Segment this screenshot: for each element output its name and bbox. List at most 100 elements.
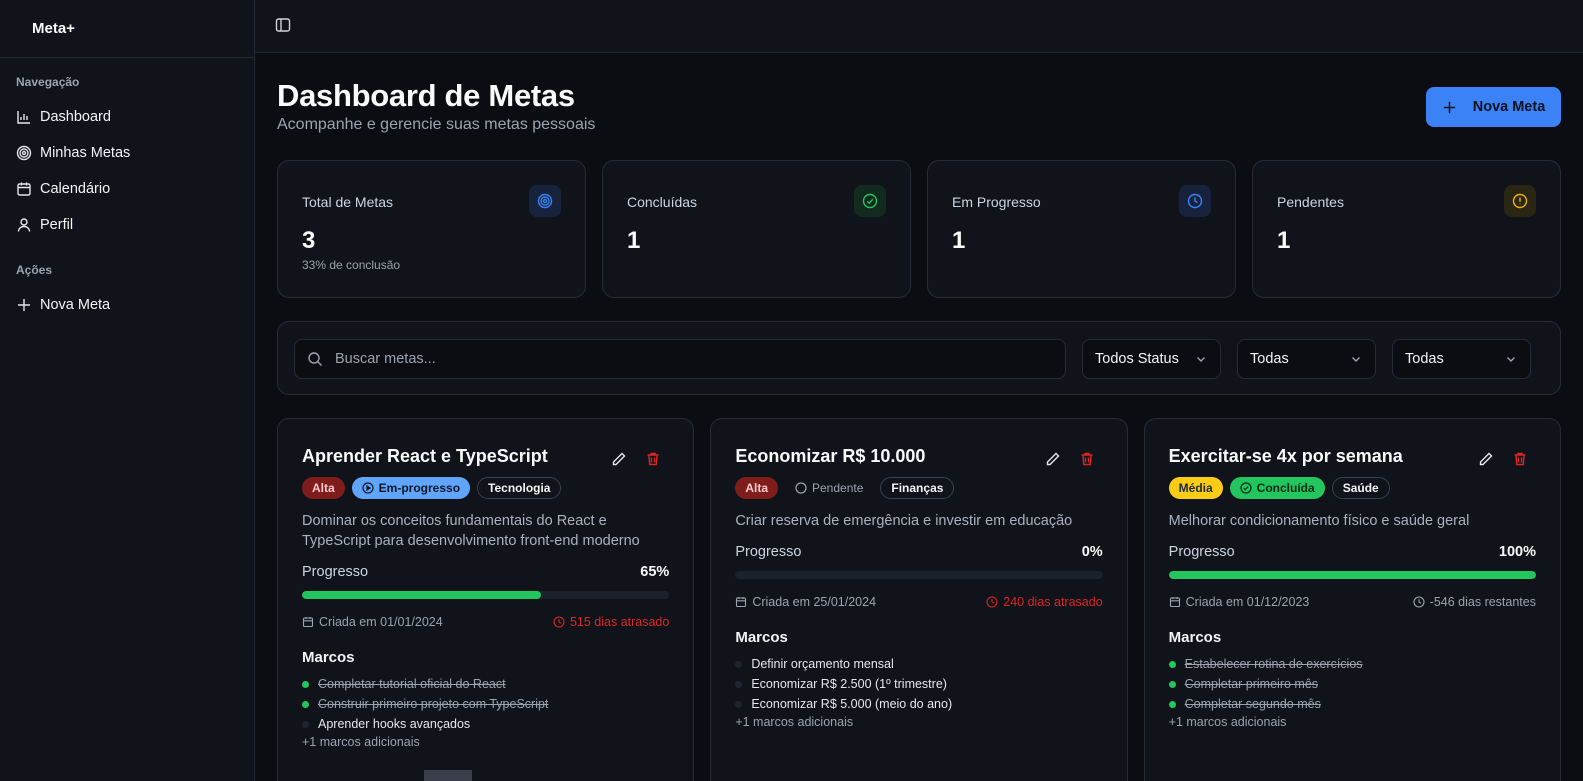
search-box[interactable] — [294, 339, 1066, 379]
milestone-text: Economizar R$ 5.000 (meio do ano) — [751, 697, 953, 711]
trash-icon[interactable] — [645, 451, 661, 467]
page-title: Dashboard de Metas — [277, 78, 575, 113]
milestone-dot — [1168, 680, 1176, 688]
progress-bar-fill — [1168, 571, 1536, 579]
progress-bar — [735, 571, 1103, 579]
goal-title: Economizar R$ 10.000 — [735, 446, 926, 466]
stat-card-in-progress: Em Progresso 1 — [927, 160, 1236, 298]
stat-card-total: Total de Metas 3 33% de conclusão — [277, 160, 586, 298]
milestone-text: Completar segundo mês — [1184, 697, 1321, 711]
sidebar-item-nova-meta[interactable]: Nova Meta — [16, 287, 238, 323]
progress-percent: 0% — [1081, 544, 1103, 560]
more-milestones: +1 marcos adicionais — [1168, 715, 1287, 729]
edit-icon[interactable] — [611, 451, 627, 467]
progress-bar-fill — [302, 591, 541, 599]
edit-icon[interactable] — [1045, 451, 1061, 467]
priority-select[interactable]: Todas — [1237, 339, 1376, 379]
stat-label: Em Progresso — [952, 194, 1041, 210]
target-icon — [16, 145, 32, 161]
milestones-title: Marcos — [302, 649, 355, 666]
app-logo[interactable]: Meta+ — [0, 0, 254, 58]
calendar-icon — [16, 181, 32, 197]
main-content: Dashboard de Metas Acompanhe e gerencie … — [255, 53, 1583, 781]
play-circle-icon — [362, 482, 374, 494]
sidebar-item-perfil[interactable]: Perfil — [16, 207, 238, 243]
deadline-status: -546 dias restantes — [1429, 595, 1536, 609]
goal-card[interactable]: Exercitar-se 4x por semana Média Concluí… — [1143, 418, 1561, 781]
check-circle-icon — [1240, 482, 1252, 494]
goal-title: Exercitar-se 4x por semana — [1168, 446, 1403, 466]
new-goal-button[interactable]: Nova Meta — [1426, 87, 1561, 127]
sidebar-toggle-icon[interactable] — [275, 17, 291, 33]
more-milestones: +1 marcos adicionais — [735, 715, 854, 729]
progress-percent: 65% — [640, 564, 670, 580]
progress-label: Progresso — [735, 544, 802, 560]
stat-sub: 33% de conclusão — [302, 258, 401, 272]
calendar-icon — [302, 616, 314, 628]
calendar-icon — [735, 596, 747, 608]
deadline-status: 515 dias atrasado — [569, 615, 670, 629]
sidebar-item-minhas-metas[interactable]: Minhas Metas — [16, 135, 238, 171]
nav-heading: Navegação — [16, 75, 80, 89]
milestone-item: Construir primeiro projeto com TypeScrip… — [302, 694, 669, 714]
new-goal-label: Nova Meta — [1472, 99, 1546, 115]
priority-badge: Alta — [735, 477, 778, 499]
stat-label: Total de Metas — [302, 194, 394, 210]
milestone-text: Estabelecer rotina de exercícios — [1184, 657, 1363, 671]
goal-description: Melhorar condicionamento físico e saúde … — [1168, 513, 1470, 529]
stat-value: 3 — [302, 227, 316, 254]
milestone-text: Economizar R$ 2.500 (1º trimestre) — [751, 677, 947, 691]
milestones-list: Estabelecer rotina de exercícios Complet… — [1168, 654, 1536, 714]
user-icon — [16, 217, 32, 233]
search-input[interactable] — [335, 351, 1035, 367]
page-subtitle: Acompanhe e gerencie suas metas pessoais — [277, 116, 596, 133]
milestones-title: Marcos — [1168, 629, 1222, 646]
clock-icon — [553, 616, 565, 628]
stat-label: Pendentes — [1277, 194, 1344, 210]
check-circle-icon — [854, 185, 886, 217]
milestone-dot — [735, 700, 743, 708]
milestone-text: Construir primeiro projeto com TypeScrip… — [318, 697, 549, 711]
plus-icon — [1442, 100, 1457, 115]
target-icon — [529, 185, 561, 217]
priority-select-value: Todas — [1250, 351, 1289, 367]
actions-section: Ações Nova Meta — [0, 243, 254, 323]
sidebar-item-label: Minhas Metas — [40, 145, 131, 161]
trash-icon[interactable] — [1512, 451, 1528, 467]
status-select[interactable]: Todos Status — [1082, 339, 1221, 379]
milestone-item: Economizar R$ 2.500 (1º trimestre) — [735, 674, 1102, 694]
plus-icon — [16, 297, 32, 313]
milestone-dot — [302, 680, 309, 688]
milestone-dot — [302, 720, 309, 728]
category-select[interactable]: Todas — [1392, 339, 1531, 379]
top-bar — [255, 0, 1583, 53]
milestone-text: Completar tutorial oficial do React — [318, 677, 506, 691]
edit-icon[interactable] — [1478, 451, 1494, 467]
milestone-text: Aprender hooks avançados — [318, 717, 471, 731]
status-badge-label: Pendente — [812, 481, 864, 495]
horizontal-scrollbar[interactable] — [424, 770, 472, 781]
sidebar-item-calendario[interactable]: Calendário — [16, 171, 238, 207]
sidebar: Meta+ Navegação Dashboard Minhas Metas C… — [0, 0, 255, 781]
status-badge-label: Concluída — [1256, 481, 1315, 495]
chevron-down-icon — [1194, 352, 1208, 366]
search-icon — [307, 351, 323, 367]
goal-card[interactable]: Economizar R$ 10.000 Alta Pendente Finan… — [710, 418, 1128, 781]
milestone-item: Estabelecer rotina de exercícios — [1168, 654, 1536, 674]
goal-card[interactable]: Aprender React e TypeScript Alta Em-prog… — [277, 418, 695, 781]
circle-icon — [795, 482, 807, 494]
progress-label: Progresso — [1168, 544, 1235, 560]
progress-label: Progresso — [302, 564, 369, 580]
category-select-value: Todas — [1405, 351, 1444, 367]
chevron-down-icon — [1349, 352, 1363, 366]
stat-value: 1 — [627, 227, 641, 254]
status-badge: Concluída — [1229, 477, 1325, 499]
sidebar-item-label: Calendário — [40, 181, 111, 197]
goals-grid: Aprender React e TypeScript Alta Em-prog… — [277, 418, 1561, 781]
trash-icon[interactable] — [1079, 451, 1095, 467]
milestone-item: Completar primeiro mês — [1168, 674, 1536, 694]
sidebar-item-dashboard[interactable]: Dashboard — [16, 99, 238, 135]
stat-label: Concluídas — [627, 194, 698, 210]
goal-description: Criar reserva de emergência e investir e… — [735, 513, 1073, 529]
status-badge-label: Em-progresso — [378, 481, 461, 495]
